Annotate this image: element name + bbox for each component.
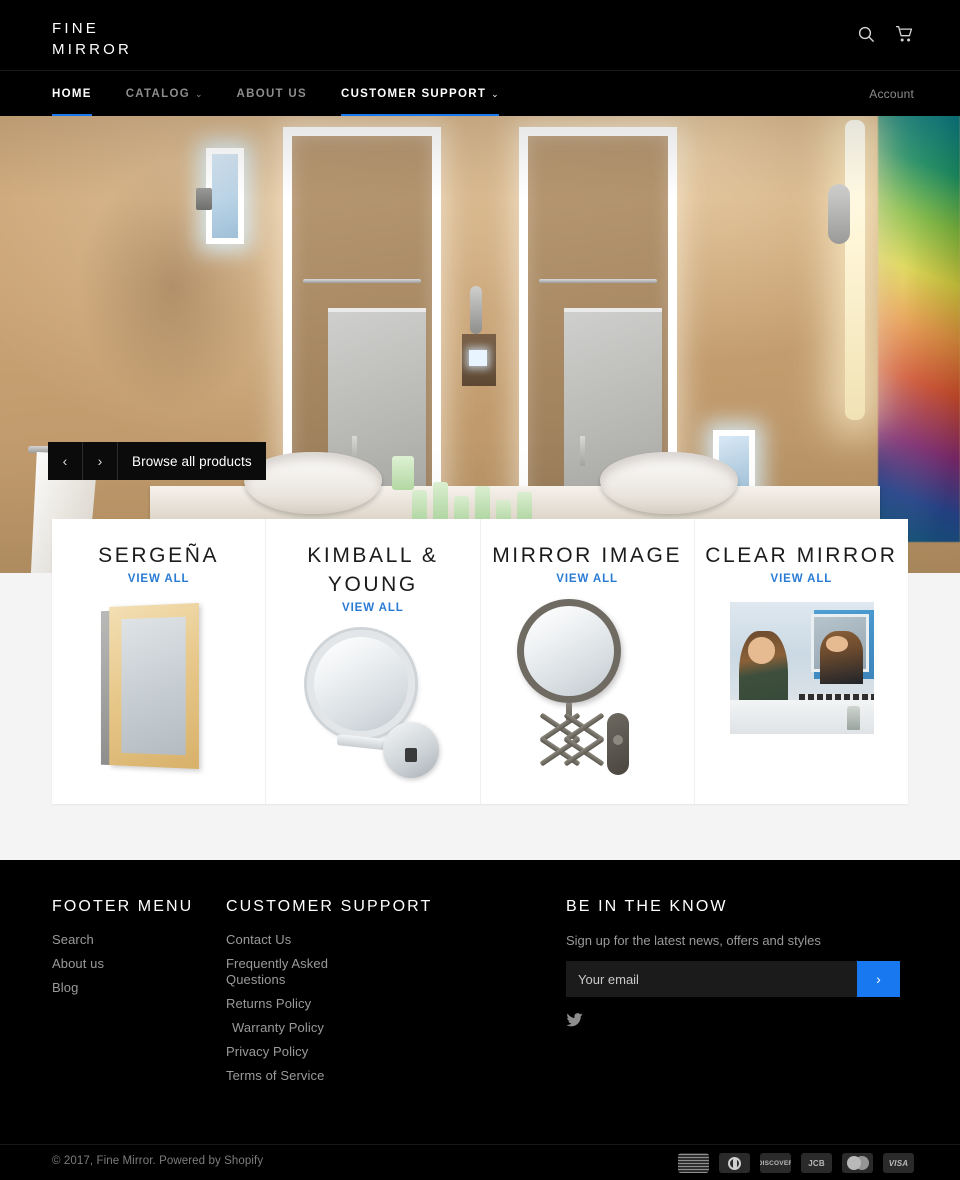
nav-list: HOME CATALOG ⌄ ABOUT US CUSTOMER SUPPORT… — [52, 71, 533, 117]
newsletter-email-input[interactable] — [566, 961, 857, 997]
hero-image-bathroom-mirrors — [0, 116, 960, 573]
footer-link-returns-policy[interactable]: Returns Policy — [226, 996, 526, 1012]
view-all-link[interactable]: VIEW ALL — [771, 573, 833, 585]
main-navigation: HOME CATALOG ⌄ ABOUT US CUSTOMER SUPPORT… — [0, 70, 960, 117]
footer-link-faq[interactable]: Frequently Asked Questions — [226, 956, 344, 988]
newsletter-heading: BE IN THE KNOW — [566, 898, 728, 915]
nav-label: CATALOG — [125, 88, 190, 100]
hero-prev-button[interactable]: ‹ — [48, 442, 83, 480]
logo-line-2: MIRROR — [52, 41, 133, 58]
site-header: FINE MIRROR — [0, 0, 960, 70]
collection-card-mirror-image[interactable]: MIRROR IMAGE VIEW ALL — [481, 519, 695, 804]
footer-bottom-bar: © 2017, Fine Mirror. Powered by Shopify … — [0, 1144, 960, 1180]
discover-icon: DISCOVER — [760, 1153, 791, 1173]
chevron-down-icon: ⌄ — [491, 88, 499, 99]
jcb-icon: JCB — [801, 1153, 832, 1173]
hero-next-button[interactable]: › — [83, 442, 118, 480]
customer-support-column: CUSTOMER SUPPORT Contact Us Frequently A… — [226, 894, 526, 1092]
browse-all-products-button[interactable]: Browse all products — [118, 442, 266, 480]
collection-list: SERGEÑA VIEW ALL KIMBALL & YOUNG VIEW AL… — [52, 519, 908, 804]
footer-link-about-us[interactable]: About us — [52, 956, 226, 972]
nav-label: ABOUT US — [236, 88, 307, 100]
site-footer: FOOTER MENU Search About us Blog CUSTOME… — [0, 860, 960, 1144]
mastercard-icon — [842, 1153, 873, 1173]
twitter-icon[interactable] — [566, 1013, 914, 1027]
collection-image-mirror-image — [511, 597, 663, 775]
view-all-link[interactable]: VIEW ALL — [128, 573, 190, 585]
payment-methods: DISCOVER JCB VISA — [678, 1153, 914, 1173]
collection-card-sergena[interactable]: SERGEÑA VIEW ALL — [52, 519, 267, 804]
account-link[interactable]: Account — [869, 71, 914, 117]
hero-controls: ‹ › Browse all products — [48, 442, 266, 480]
nav-item-home[interactable]: HOME — [52, 71, 92, 117]
nav-label: CUSTOMER SUPPORT — [340, 88, 487, 100]
site-logo[interactable]: FINE MIRROR — [52, 18, 132, 60]
cart-icon[interactable] — [895, 25, 914, 43]
customer-support-heading: CUSTOMER SUPPORT — [226, 898, 433, 915]
footer-menu-column: FOOTER MENU Search About us Blog — [52, 894, 226, 1092]
newsletter-column: BE IN THE KNOW Sign up for the latest ne… — [566, 894, 914, 1092]
newsletter-submit-button[interactable]: › — [857, 961, 900, 997]
social-links — [566, 1013, 914, 1027]
footer-link-blog[interactable]: Blog — [52, 980, 226, 996]
search-icon[interactable] — [858, 26, 875, 43]
logo-line-1: FINE — [52, 20, 99, 37]
collection-title: KIMBALL & YOUNG — [307, 544, 439, 596]
hero-slideshow: ‹ › Browse all products — [0, 116, 960, 573]
visa-icon: VISA — [883, 1153, 914, 1173]
collection-image-kimball-and-young — [297, 626, 449, 804]
view-all-link[interactable]: VIEW ALL — [342, 602, 404, 614]
footer-link-privacy-policy[interactable]: Privacy Policy — [226, 1044, 526, 1060]
collection-image-clear-mirror — [725, 597, 877, 775]
newsletter-subtitle: Sign up for the latest news, offers and … — [566, 933, 821, 948]
footer-link-contact-us[interactable]: Contact Us — [226, 932, 526, 948]
nav-item-customer-support[interactable]: CUSTOMER SUPPORT ⌄ — [340, 71, 499, 117]
diners-club-icon — [719, 1153, 750, 1173]
nav-item-about-us[interactable]: ABOUT US — [237, 71, 307, 117]
footer-link-search[interactable]: Search — [52, 932, 226, 948]
footer-link-warranty-policy[interactable]: Warranty Policy — [226, 1020, 526, 1036]
footer-link-terms-of-service[interactable]: Terms of Service — [226, 1068, 526, 1084]
nav-label: HOME — [52, 88, 92, 100]
nav-item-catalog[interactable]: CATALOG ⌄ — [126, 71, 203, 117]
collection-title: CLEAR MIRROR — [705, 544, 898, 567]
collection-image-sergena — [83, 597, 235, 775]
footer-menu-heading: FOOTER MENU — [52, 898, 194, 915]
collection-card-clear-mirror[interactable]: CLEAR MIRROR VIEW ALL — [695, 519, 908, 804]
american-express-icon — [678, 1153, 709, 1173]
collection-title: MIRROR IMAGE — [492, 544, 683, 567]
copyright-text: © 2017, Fine Mirror. Powered by Shopify — [52, 1155, 264, 1167]
newsletter-form: › — [566, 961, 900, 997]
page-root: FINE MIRROR HOME CATALOG ⌄ ABOUT US CUST… — [0, 0, 960, 1180]
collection-card-kimball-and-young[interactable]: KIMBALL & YOUNG VIEW ALL — [266, 519, 481, 804]
view-all-link[interactable]: VIEW ALL — [556, 573, 618, 585]
chevron-down-icon: ⌄ — [194, 88, 203, 99]
header-actions — [858, 25, 914, 43]
collection-title: SERGEÑA — [98, 544, 220, 567]
